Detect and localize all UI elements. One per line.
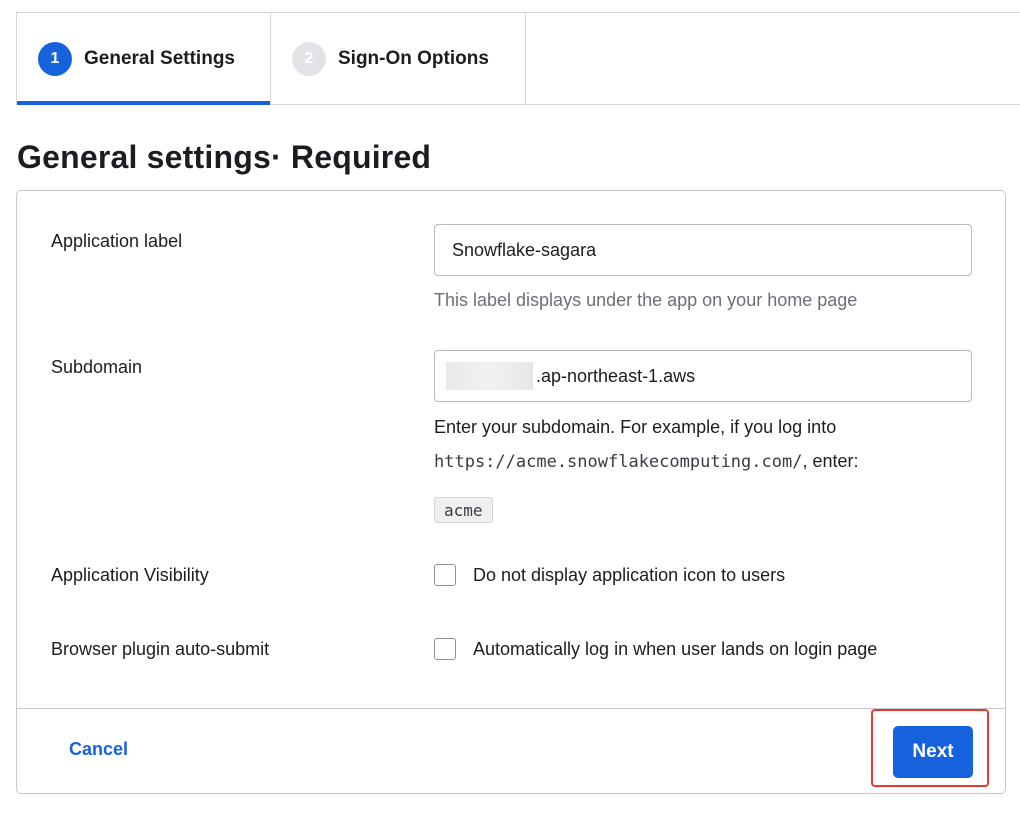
application-label-label: Application label [51, 231, 183, 251]
hide-app-icon-checkbox[interactable] [434, 564, 456, 586]
step-label: Sign-On Options [338, 47, 489, 69]
application-label-input[interactable]: Snowflake-sagara [434, 224, 972, 276]
auto-submit-label: Browser plugin auto-submit [51, 639, 270, 659]
step-general-settings[interactable]: 1 General Settings [17, 13, 271, 105]
subdomain-suffix: .ap-northeast-1.aws [536, 365, 696, 386]
auto-submit-checkbox-label: Automatically log in when user lands on … [473, 638, 878, 659]
page: 1 General Settings 2 Sign-On Options Gen… [0, 0, 1020, 814]
auto-submit-checkbox[interactable] [434, 638, 456, 660]
example-url-suffix: , enter: [802, 451, 859, 471]
application-visibility-label: Application Visibility [51, 565, 209, 585]
subdomain-example-chip: acme [434, 497, 493, 523]
step-sign-on-options[interactable]: 2 Sign-On Options [271, 13, 526, 104]
hide-app-icon-checkbox-label: Do not display application icon to users [473, 564, 786, 585]
subdomain-help-url-line: https://acme.snowflakecomputing.com/, en… [434, 451, 859, 472]
general-settings-card: Application label Snowflake-sagara This … [16, 190, 1006, 794]
subdomain-input[interactable]: .ap-northeast-1.aws [434, 350, 972, 402]
next-button[interactable]: Next [893, 726, 973, 778]
step-number-badge: 1 [38, 41, 72, 76]
page-title: General settings· Required [17, 139, 432, 175]
redacted-subdomain [446, 362, 533, 390]
wizard-steps: 1 General Settings 2 Sign-On Options [16, 12, 1020, 105]
application-label-value: Snowflake-sagara [452, 239, 597, 260]
card-footer: Cancel Next [17, 708, 1005, 794]
subdomain-help: Enter your subdomain. For example, if yo… [434, 417, 837, 437]
cancel-button[interactable]: Cancel [69, 739, 128, 760]
step-number-badge: 2 [292, 41, 326, 76]
subdomain-label: Subdomain [51, 357, 143, 377]
application-label-help: This label displays under the app on you… [434, 290, 858, 310]
auto-submit-option[interactable]: Automatically log in when user lands on … [434, 638, 877, 660]
step-label: General Settings [84, 47, 235, 69]
hide-app-icon-option[interactable]: Do not display application icon to users [434, 564, 785, 586]
example-url: https://acme.snowflakecomputing.com/ [434, 452, 803, 472]
